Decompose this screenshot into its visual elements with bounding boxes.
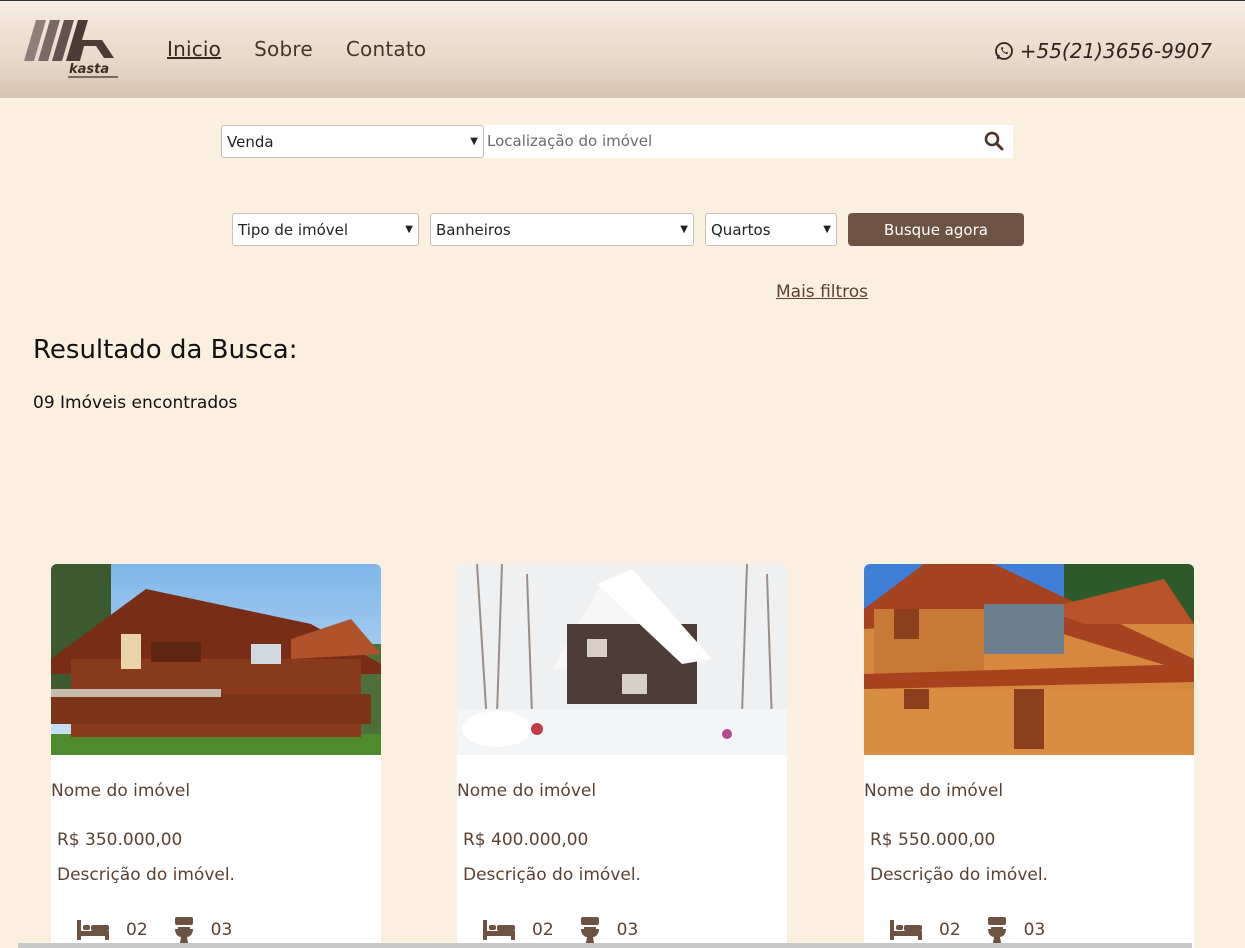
location-placeholder: Localização do imóvel — [487, 132, 653, 150]
more-filters-link[interactable]: Mais filtros — [776, 282, 868, 302]
chevron-down-icon: ▼ — [680, 224, 688, 235]
bed-icon — [77, 920, 109, 940]
phone-number: +55(21)3656-9907 — [1019, 39, 1212, 63]
property-card[interactable]: Nome do imóvel R$ 550.000,00 Descrição d… — [864, 564, 1194, 948]
rooms-value: Quartos — [711, 220, 771, 239]
transaction-select-value: Venda — [227, 132, 274, 151]
beds-count: 02 — [126, 920, 148, 940]
property-features: 02 03 — [76, 917, 257, 943]
baths-count: 03 — [616, 920, 639, 940]
property-description: Descrição do imóvel. — [463, 865, 641, 885]
svg-text:kasta: kasta — [69, 62, 109, 77]
logo[interactable]: kasta — [22, 18, 120, 82]
toilet-icon — [580, 917, 599, 943]
transaction-select[interactable]: Venda ▼ — [221, 125, 484, 158]
property-features: 02 03 — [889, 917, 1070, 943]
bed-icon — [890, 920, 922, 940]
property-card[interactable]: Nome do imóvel R$ 350.000,00 Descrição d… — [51, 564, 381, 948]
chevron-down-icon: ▼ — [405, 224, 413, 235]
property-card[interactable]: Nome do imóvel R$ 400.000,00 Descrição d… — [457, 564, 787, 948]
chevron-down-icon: ▼ — [823, 224, 831, 235]
bed-icon — [483, 920, 515, 940]
chevron-down-icon: ▼ — [470, 136, 478, 147]
property-name: Nome do imóvel — [51, 781, 191, 801]
results-count: 09 Imóveis encontrados — [33, 393, 238, 413]
property-description: Descrição do imóvel. — [57, 865, 235, 885]
search-button[interactable]: Busque agora — [848, 213, 1024, 246]
property-features: 02 03 — [482, 917, 663, 943]
beds-count: 02 — [532, 920, 554, 940]
nav-inicio[interactable]: Inicio — [167, 37, 221, 61]
nav-contato[interactable]: Contato — [346, 37, 426, 61]
search-icon[interactable] — [984, 131, 1004, 151]
main-nav: Inicio Sobre Contato — [167, 37, 459, 61]
property-image[interactable] — [864, 564, 1194, 755]
toilet-icon — [174, 917, 193, 943]
toilet-icon — [987, 917, 1006, 943]
property-image[interactable] — [457, 564, 787, 755]
baths-count: 03 — [210, 920, 233, 940]
property-name: Nome do imóvel — [864, 781, 1004, 801]
property-name: Nome do imóvel — [457, 781, 597, 801]
results-title: Resultado da Busca: — [33, 335, 298, 365]
property-price: R$ 400.000,00 — [463, 830, 589, 850]
bathrooms-select[interactable]: Banheiros ▼ — [430, 213, 694, 246]
whatsapp-icon — [994, 42, 1013, 60]
horizontal-scrollbar[interactable] — [18, 943, 1192, 948]
property-type-select[interactable]: Tipo de imóvel ▼ — [232, 213, 419, 246]
nav-sobre[interactable]: Sobre — [254, 37, 313, 61]
property-description: Descrição do imóvel. — [870, 865, 1048, 885]
baths-count: 03 — [1023, 920, 1046, 940]
property-type-value: Tipo de imóvel — [238, 220, 349, 239]
property-price: R$ 350.000,00 — [57, 830, 183, 850]
location-input[interactable]: Localização do imóvel — [484, 125, 1013, 158]
beds-count: 02 — [939, 920, 961, 940]
bathrooms-value: Banheiros — [436, 220, 511, 239]
phone-contact[interactable]: +55(21)3656-9907 — [994, 39, 1212, 63]
rooms-select[interactable]: Quartos ▼ — [705, 213, 837, 246]
property-image[interactable] — [51, 564, 381, 755]
property-price: R$ 550.000,00 — [870, 830, 996, 850]
site-header: kasta Inicio Sobre Contato +55(21)3656-9… — [0, 1, 1245, 98]
